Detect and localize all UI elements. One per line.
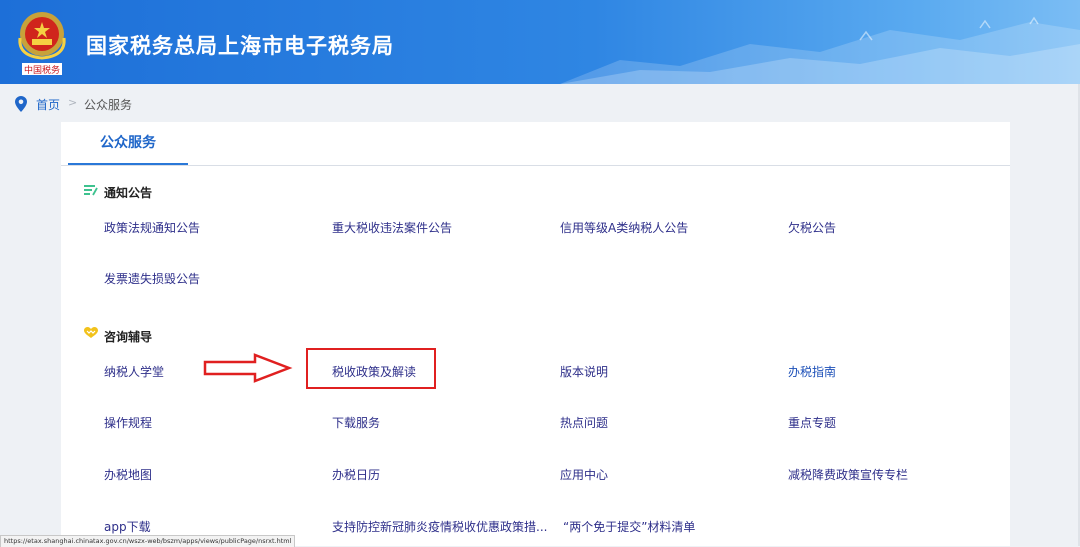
link-key-topics[interactable]: 重点专题: [788, 414, 836, 431]
link-invoice-loss[interactable]: 发票遗失损毁公告: [104, 270, 200, 287]
great-wall-decoration: [560, 16, 1080, 84]
link-policy-notices[interactable]: 政策法规通知公告: [104, 219, 200, 236]
breadcrumb-home-link[interactable]: 首页: [36, 96, 60, 113]
heart-hands-icon: [84, 327, 98, 338]
link-tax-arrears[interactable]: 欠税公告: [788, 219, 836, 236]
link-tax-map[interactable]: 办税地图: [104, 466, 152, 483]
section-title-consult: 咨询辅导: [104, 330, 153, 344]
header-banner: 中国税务 国家税务总局上海市电子税务局: [0, 0, 1080, 84]
emblem-caption: 中国税务: [24, 64, 60, 76]
link-credit-a-taxpayers[interactable]: 信用等级A类纳税人公告: [560, 219, 688, 236]
link-tax-calendar[interactable]: 办税日历: [332, 466, 380, 483]
notice-lines-icon: [84, 185, 98, 196]
right-arrow-icon: [203, 353, 293, 383]
location-pin-icon: [15, 96, 27, 112]
link-operating-procedures[interactable]: 操作规程: [104, 414, 152, 431]
link-tax-cut-column[interactable]: 减税降费政策宣传专栏: [788, 466, 908, 483]
breadcrumb-separator: >: [68, 96, 78, 109]
national-emblem-icon: 中国税务: [18, 12, 66, 76]
link-version-notes[interactable]: 版本说明: [560, 363, 608, 380]
link-hot-questions[interactable]: 热点问题: [560, 414, 608, 431]
link-tax-guide[interactable]: 办税指南: [788, 363, 836, 380]
link-exemption-list[interactable]: “两个免于提交”材料清单: [563, 518, 695, 535]
section-title-notices: 通知公告: [104, 186, 153, 200]
link-major-violation-cases[interactable]: 重大税收违法案件公告: [332, 219, 452, 236]
link-covid-tax-policy[interactable]: 支持防控新冠肺炎疫情税收优惠政策措...: [332, 518, 547, 535]
breadcrumb: [0, 84, 1080, 122]
status-bar-url: https://etax.shanghai.chinatax.gov.cn/ws…: [0, 535, 296, 547]
link-app-center[interactable]: 应用中心: [560, 466, 608, 483]
link-taxpayer-school[interactable]: 纳税人学堂: [104, 363, 164, 380]
page-title: 国家税务总局上海市电子税务局: [86, 34, 394, 58]
link-download-service[interactable]: 下载服务: [332, 414, 380, 431]
breadcrumb-current: 公众服务: [84, 98, 133, 112]
tab-bar: 公众服务: [61, 122, 1010, 166]
link-app-download[interactable]: app下载: [104, 518, 151, 535]
tab-public-service[interactable]: 公众服务: [68, 122, 188, 165]
annotation-highlight-box: [306, 348, 436, 389]
